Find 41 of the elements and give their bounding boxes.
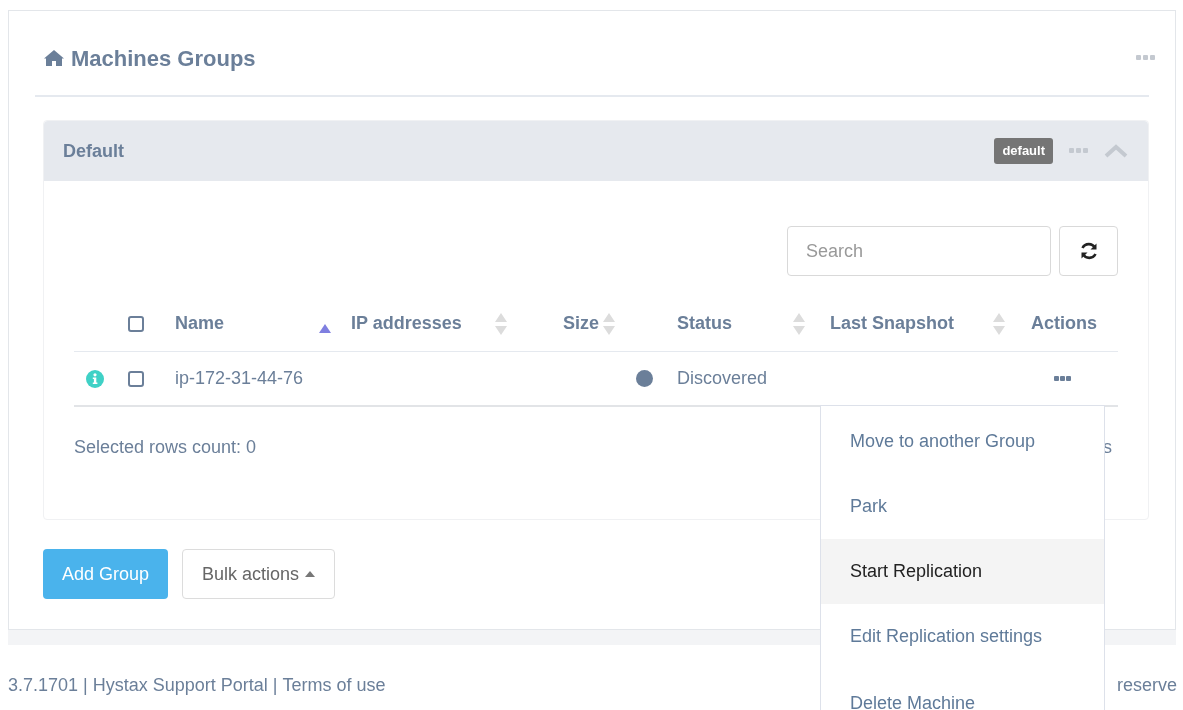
more-icon[interactable] xyxy=(1054,375,1071,382)
separator-text: | xyxy=(272,674,278,697)
column-header[interactable]: Size xyxy=(563,310,600,337)
more-icon[interactable] xyxy=(1136,55,1156,61)
column-header[interactable]: Last Snapshot xyxy=(830,310,954,337)
column-header[interactable]: Actions xyxy=(1031,310,1097,337)
footer-link[interactable]: Hystax Support Portal xyxy=(92,672,268,699)
separator-text: | xyxy=(83,674,88,697)
menu-item[interactable]: Park xyxy=(821,474,1104,539)
column-header[interactable]: IP addresses xyxy=(351,310,462,337)
version-text: 3.7.1701 xyxy=(8,674,79,697)
sort-ascending-icon[interactable] xyxy=(319,324,331,334)
home-icon xyxy=(43,49,65,67)
group-header[interactable]: Default default xyxy=(44,121,1148,181)
add-group-button[interactable]: Add Group xyxy=(43,549,169,599)
caret-up-icon xyxy=(305,571,316,577)
column-header[interactable]: Name xyxy=(175,310,225,337)
selected-count: Selected rows count: 0 xyxy=(74,435,257,459)
copyright-text: reserve xyxy=(1116,674,1177,697)
search-field[interactable]: Search xyxy=(787,226,1051,276)
table-cell: ip-172-31-44-76 xyxy=(175,368,304,388)
sort-icon[interactable] xyxy=(495,312,507,335)
column-header[interactable]: Status xyxy=(677,310,732,337)
page-title: Machines Groups xyxy=(71,44,256,73)
checkbox[interactable] xyxy=(128,315,144,332)
checkbox[interactable] xyxy=(128,370,144,387)
menu-item[interactable]: Move to another Group xyxy=(821,409,1104,474)
menu-item[interactable]: Edit Replication settings xyxy=(821,604,1104,669)
footer-link[interactable]: Terms of use xyxy=(282,672,386,699)
sort-icon[interactable] xyxy=(993,312,1005,335)
menu-item[interactable]: Start Replication xyxy=(821,539,1104,604)
group-name: Default xyxy=(63,139,124,163)
sort-icon[interactable] xyxy=(793,312,805,335)
refresh-button[interactable] xyxy=(1059,226,1118,276)
group-badge: default xyxy=(994,138,1053,164)
info-icon[interactable] xyxy=(86,369,104,388)
menu-item[interactable]: Delete Machine xyxy=(821,669,1104,710)
chevron-up-icon[interactable] xyxy=(1104,142,1128,160)
table-cell: Discovered xyxy=(677,368,768,388)
sort-icon[interactable] xyxy=(603,312,615,335)
bulk-actions-button[interactable]: Bulk actions xyxy=(182,549,336,599)
